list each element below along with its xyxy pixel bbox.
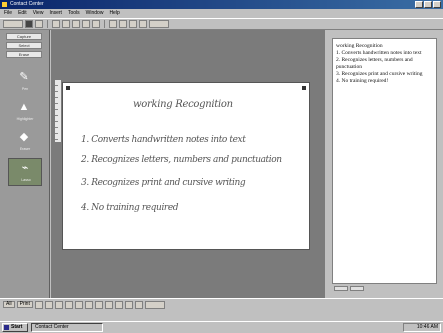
recognized-line: 2. Recognizes letters, numbers and punct… bbox=[336, 57, 415, 70]
menu-insert[interactable]: Insert bbox=[49, 9, 62, 18]
window-controls bbox=[415, 1, 441, 8]
view-button[interactable] bbox=[149, 20, 169, 28]
insert-button[interactable] bbox=[334, 286, 348, 291]
color-button[interactable] bbox=[119, 20, 127, 28]
system-clock: 10:46 AM bbox=[403, 323, 441, 332]
note-line: 1. Converts handwritten notes into text bbox=[81, 135, 246, 145]
start-button[interactable]: Start bbox=[2, 323, 28, 332]
close-button[interactable] bbox=[433, 1, 441, 8]
page-tab[interactable] bbox=[34, 300, 43, 309]
tool-label: Lasso bbox=[21, 178, 31, 182]
resize-handle[interactable] bbox=[66, 86, 70, 90]
recognition-panel: working Recognition 1. Converts handwrit… bbox=[326, 30, 443, 298]
taskbar-window-button[interactable]: Contact Center bbox=[31, 323, 103, 332]
recognized-text-box[interactable]: working Recognition 1. Converts handwrit… bbox=[332, 38, 437, 284]
recognized-line: 4. No training required! bbox=[336, 78, 389, 84]
note-line: 3. Recognizes print and cursive writing bbox=[81, 178, 246, 188]
handwritten-note[interactable]: working Recognition 1. Converts handwrit… bbox=[62, 82, 310, 250]
tool-pen[interactable]: ✎ Pen bbox=[8, 68, 42, 96]
page-tab[interactable] bbox=[44, 300, 53, 309]
app-icon bbox=[2, 2, 7, 7]
note-line: 4. No training required bbox=[81, 203, 179, 213]
undo-button[interactable] bbox=[82, 20, 90, 28]
note-line: 2. Recognizes letters, numbers and punct… bbox=[81, 155, 282, 165]
note-title: working Recognition bbox=[133, 99, 233, 110]
tool-highlighter[interactable]: ▲ Highlighter bbox=[8, 98, 42, 126]
menu-view[interactable]: View bbox=[33, 9, 44, 18]
clear-button[interactable] bbox=[350, 286, 364, 291]
resize-handle[interactable] bbox=[302, 86, 306, 90]
recognized-line: 3. Recognizes print and cursive writing bbox=[336, 71, 423, 77]
copy-button[interactable] bbox=[62, 20, 70, 28]
status-bar bbox=[0, 310, 443, 320]
tool-sidebar: Capture Select Erase ✎ Pen ▲ Highlighter… bbox=[0, 30, 50, 298]
redo-button[interactable] bbox=[92, 20, 100, 28]
window-title: Contact Center bbox=[10, 1, 44, 7]
print-button[interactable]: Print bbox=[16, 301, 33, 308]
minimize-button[interactable] bbox=[415, 1, 423, 8]
zoom-button[interactable] bbox=[139, 20, 147, 28]
toolbar-separator bbox=[47, 20, 48, 28]
pen-tool-button[interactable] bbox=[109, 20, 117, 28]
page-tab[interactable] bbox=[54, 300, 63, 309]
lasso-icon: ⌁ bbox=[21, 162, 29, 174]
capture-button[interactable]: Capture bbox=[6, 33, 42, 40]
menu-window[interactable]: Window bbox=[86, 9, 104, 18]
page-bar: All Print bbox=[0, 298, 443, 310]
page-tab[interactable] bbox=[144, 300, 165, 309]
page-tab[interactable] bbox=[104, 300, 113, 309]
width-button[interactable] bbox=[129, 20, 137, 28]
select-button[interactable]: Select bbox=[6, 42, 42, 49]
pen-icon: ✎ bbox=[19, 71, 29, 83]
eraser-icon: ◆ bbox=[19, 131, 29, 143]
vertical-ruler[interactable] bbox=[55, 80, 61, 142]
tool-label: Pen bbox=[21, 87, 29, 91]
all-button[interactable]: All bbox=[3, 301, 15, 308]
open-button[interactable] bbox=[25, 20, 33, 28]
tool-label: Eraser bbox=[19, 147, 31, 151]
save-button[interactable] bbox=[35, 20, 43, 28]
maximize-button[interactable] bbox=[424, 1, 432, 8]
title-bar: Contact Center bbox=[0, 0, 443, 9]
erase-button[interactable]: Erase bbox=[6, 51, 42, 58]
menu-edit[interactable]: Edit bbox=[18, 9, 27, 18]
paste-button[interactable] bbox=[72, 20, 80, 28]
toolbar bbox=[0, 18, 443, 30]
highlighter-icon: ▲ bbox=[18, 101, 30, 113]
menu-bar: File Edit View Insert Tools Window Help bbox=[0, 9, 443, 18]
recognition-buttons bbox=[334, 286, 364, 291]
tool-eraser[interactable]: ◆ Eraser bbox=[8, 128, 42, 156]
recognized-line: 1. Converts handwritten notes into text bbox=[336, 50, 422, 56]
tool-label: Highlighter bbox=[16, 117, 34, 121]
page-tab[interactable] bbox=[124, 300, 133, 309]
cut-button[interactable] bbox=[52, 20, 60, 28]
tool-lasso[interactable]: ⌁ Lasso bbox=[8, 158, 42, 186]
page-tab[interactable] bbox=[64, 300, 73, 309]
taskbar: Start Contact Center 10:46 AM bbox=[0, 321, 443, 333]
recognized-title: working Recognition bbox=[336, 43, 383, 49]
page-tab[interactable] bbox=[74, 300, 83, 309]
menu-tools[interactable]: Tools bbox=[68, 9, 80, 18]
page-tab[interactable] bbox=[134, 300, 143, 309]
menu-help[interactable]: Help bbox=[109, 9, 119, 18]
page-tab[interactable] bbox=[84, 300, 93, 309]
page-tab[interactable] bbox=[114, 300, 123, 309]
page-tab[interactable] bbox=[94, 300, 103, 309]
toolbar-separator bbox=[104, 20, 105, 28]
menu-file[interactable]: File bbox=[4, 9, 12, 18]
new-button[interactable] bbox=[3, 20, 23, 28]
